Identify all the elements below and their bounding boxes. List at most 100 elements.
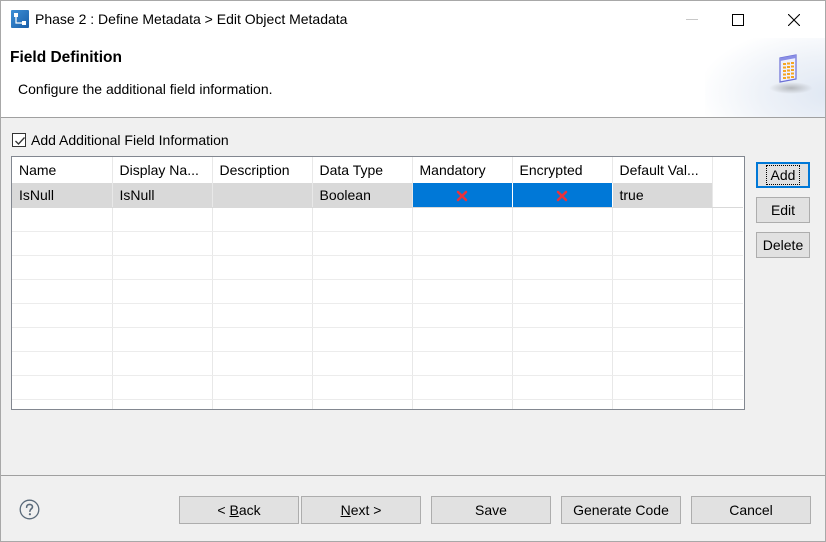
empty-table-row (12, 207, 743, 232)
cell-mandatory (412, 303, 513, 328)
cell-name (12, 207, 113, 232)
back-button-prefix: < (217, 502, 226, 518)
cell-data-type (312, 375, 413, 400)
cell-encrypted[interactable] (512, 183, 613, 208)
cell-filler (712, 255, 743, 280)
cell-name[interactable]: IsNull (12, 183, 113, 208)
column-header-display-name[interactable]: Display Na... (112, 157, 213, 183)
back-button-rest: ack (238, 502, 261, 518)
edit-button[interactable]: Edit (756, 197, 810, 223)
cell-encrypted (512, 375, 613, 400)
cell-display-name (112, 255, 213, 280)
cell-mandatory (412, 255, 513, 280)
cell-default-value (612, 375, 713, 400)
close-button[interactable] (771, 1, 817, 38)
add-field-info-label: Add Additional Field Information (31, 132, 229, 148)
cell-description[interactable] (212, 183, 313, 208)
cell-default-value (612, 399, 713, 409)
cell-default-value (612, 327, 713, 352)
page-title: Field Definition (10, 49, 122, 66)
cell-encrypted (512, 279, 613, 304)
table-spreadsheet-icon (779, 54, 797, 83)
generate-code-button[interactable]: Generate Code (561, 496, 681, 524)
cancel-button[interactable]: Cancel (691, 496, 811, 524)
cell-encrypted (512, 207, 613, 232)
cell-mandatory[interactable] (412, 183, 513, 208)
cell-filler (712, 207, 743, 232)
add-button-label: Add (765, 165, 801, 185)
cell-name (12, 327, 113, 352)
empty-table-row (12, 351, 743, 376)
cell-filler (712, 231, 743, 256)
cell-description (212, 207, 313, 232)
false-x-icon (456, 190, 468, 202)
cell-display-name (112, 351, 213, 376)
next-button[interactable]: Next > (301, 496, 421, 524)
minimize-icon (686, 18, 698, 20)
cell-display-name[interactable]: IsNull (112, 183, 213, 208)
cell-encrypted (512, 303, 613, 328)
cell-default-value (612, 303, 713, 328)
table-header-row: Name Display Na... Description Data Type… (12, 157, 743, 183)
cell-mandatory (412, 399, 513, 409)
add-field-info-option[interactable]: Add Additional Field Information (12, 132, 229, 148)
cell-data-type[interactable]: Boolean (312, 183, 413, 208)
cell-description (212, 399, 313, 409)
delete-button[interactable]: Delete (756, 232, 810, 258)
cell-description (212, 255, 313, 280)
empty-table-row (12, 255, 743, 280)
add-button[interactable]: Add (756, 162, 810, 188)
maximize-button[interactable] (715, 1, 761, 38)
title-bar: Phase 2 : Define Metadata > Edit Object … (1, 1, 825, 38)
window-title: Phase 2 : Define Metadata > Edit Object … (35, 11, 348, 27)
help-icon[interactable] (19, 499, 40, 520)
cell-display-name (112, 207, 213, 232)
table-row[interactable]: IsNull IsNull Boolean true (12, 183, 743, 208)
cell-display-name (112, 399, 213, 409)
wizard-app-icon (11, 10, 29, 28)
cell-default-value (612, 255, 713, 280)
cell-filler (712, 399, 743, 409)
maximize-icon (732, 13, 744, 26)
cell-data-type (312, 351, 413, 376)
add-field-info-checkbox[interactable] (12, 133, 26, 147)
cell-display-name (112, 279, 213, 304)
cell-mandatory (412, 351, 513, 376)
cell-data-type (312, 327, 413, 352)
cell-name (12, 279, 113, 304)
cell-mandatory (412, 327, 513, 352)
cell-mandatory (412, 279, 513, 304)
empty-table-row (12, 303, 743, 328)
column-header-mandatory[interactable]: Mandatory (412, 157, 513, 183)
cell-default-value[interactable]: true (612, 183, 713, 208)
save-button[interactable]: Save (431, 496, 551, 524)
column-header-description[interactable]: Description (212, 157, 313, 183)
cell-display-name (112, 327, 213, 352)
back-button[interactable]: < Back (179, 496, 299, 524)
cell-default-value (612, 231, 713, 256)
cell-filler (712, 303, 743, 328)
cell-filler (712, 351, 743, 376)
footer-separator (1, 475, 825, 476)
column-header-default-value[interactable]: Default Val... (612, 157, 713, 183)
minimize-button[interactable] (669, 1, 715, 38)
cell-name (12, 351, 113, 376)
column-header-name[interactable]: Name (12, 157, 113, 183)
wizard-banner: Field Definition Configure the additiona… (1, 38, 825, 118)
false-x-icon (556, 190, 568, 202)
column-header-filler (712, 157, 743, 183)
column-header-encrypted[interactable]: Encrypted (512, 157, 613, 183)
cell-description (212, 351, 313, 376)
field-table[interactable]: Name Display Na... Description Data Type… (11, 156, 745, 410)
cell-display-name (112, 231, 213, 256)
cell-description (212, 303, 313, 328)
cell-description (212, 231, 313, 256)
cell-data-type (312, 207, 413, 232)
cell-filler (712, 327, 743, 352)
cell-default-value (612, 351, 713, 376)
cell-display-name (112, 303, 213, 328)
cell-filler (712, 183, 743, 208)
cell-encrypted (512, 255, 613, 280)
column-header-data-type[interactable]: Data Type (312, 157, 413, 183)
cell-mandatory (412, 207, 513, 232)
